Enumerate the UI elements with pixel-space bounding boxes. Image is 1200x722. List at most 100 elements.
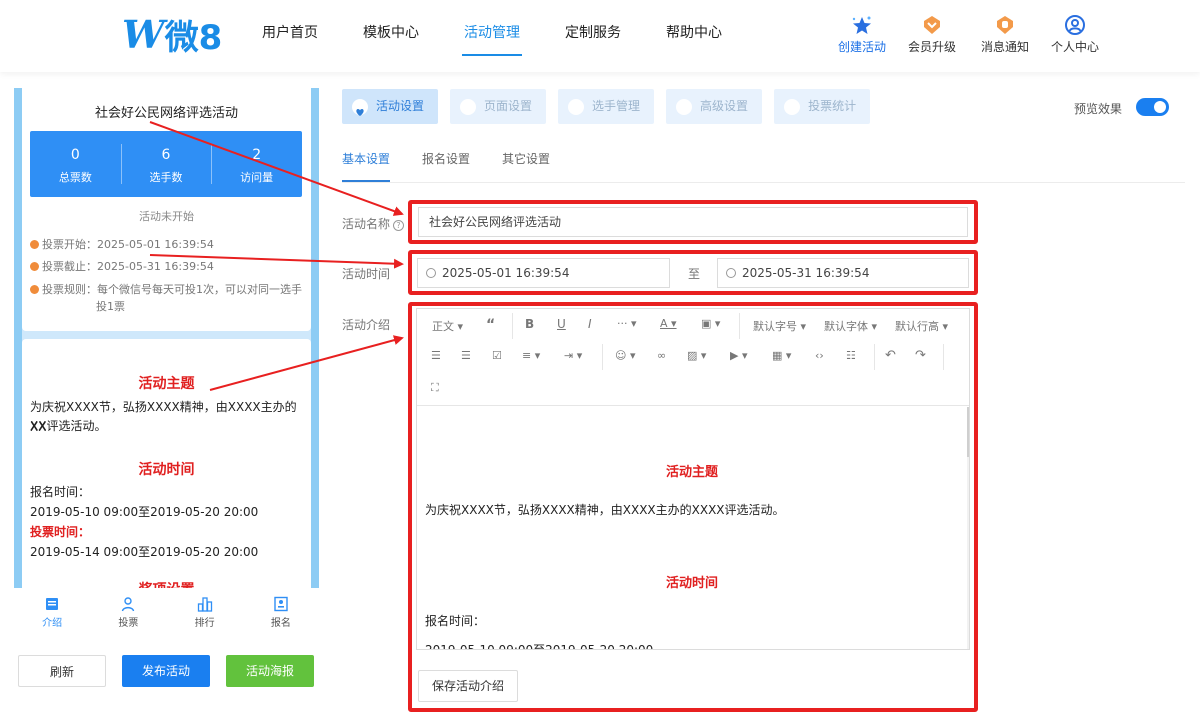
stat-label: 访问量 — [240, 171, 274, 184]
create-activity-button[interactable]: 创建活动 — [832, 14, 892, 55]
subtab-signup[interactable]: 报名设置 — [422, 150, 470, 182]
save-intro-button[interactable]: 保存活动介绍 — [418, 670, 518, 702]
quote-icon[interactable]: “ — [486, 317, 495, 333]
undo-icon[interactable]: ↶ — [885, 348, 896, 363]
start-time-value: 2025-05-01 16:39:54 — [442, 266, 570, 280]
start-time-input[interactable]: 2025-05-01 16:39:54 — [417, 258, 670, 288]
preview-stats: 0 总票数 6 选手数 2 访问量 — [30, 131, 302, 197]
paragraph-select-label: 正文 — [432, 320, 454, 333]
vote-rule-text: 投票规则：每个微信号每天可投1次，可以对同一选手 — [42, 283, 302, 296]
nav-activity-manage[interactable]: 活动管理 — [462, 0, 522, 72]
preview-bg-left — [14, 88, 22, 633]
vip-upgrade-button[interactable]: 会员升级 — [902, 14, 962, 55]
step-advanced-settings[interactable]: 高级设置 — [666, 89, 763, 124]
clock-icon — [726, 268, 736, 278]
logo-w: W — [122, 11, 165, 57]
preview-toggle-label: 预览效果 — [1074, 102, 1123, 116]
vote-start-text: 投票开始：2025-05-01 16:39:54 — [42, 238, 214, 251]
font-family-select-label: 默认字体 — [824, 320, 868, 333]
subtab-other[interactable]: 其它设置 — [502, 150, 550, 182]
intro-icon — [46, 598, 59, 610]
toolbar-separator — [874, 344, 875, 370]
vote-rule-info-2: 投1票 — [96, 300, 125, 313]
nav-custom-service[interactable]: 定制服务 — [565, 0, 621, 72]
tab-signup[interactable]: 报名 — [243, 588, 319, 633]
refresh-button[interactable]: 刷新 — [18, 655, 106, 687]
step-contestant-manage[interactable]: 选手管理 — [558, 89, 655, 124]
bell-badge-icon — [997, 16, 1013, 34]
editor-content[interactable]: 活动主题 为庆祝XXXX节，弘扬XXXX精神，由XXXX主办的XXXX评选活动。… — [417, 407, 967, 650]
bold-icon[interactable]: B — [525, 317, 534, 331]
activity-name-label-text: 活动名称 — [342, 217, 391, 231]
stats-icon — [784, 98, 801, 115]
clock-icon — [426, 268, 436, 278]
editor-theme-text: 为庆祝XXXX节，弘扬XXXX精神，由XXXX主办的XXXX评选活动。 — [425, 503, 785, 517]
font-size-select[interactable]: 默认字号 ▾ — [753, 318, 806, 334]
underline-icon[interactable]: U — [557, 317, 566, 331]
step-page-settings[interactable]: 页面设置 — [450, 89, 547, 124]
preview-signup-label: 报名时间： — [30, 485, 91, 499]
editor-signup-range: 2019-05-10 09:00至2019-05-20 20:00 — [425, 643, 654, 650]
todo-list-icon[interactable]: ☑ — [492, 349, 502, 362]
vote-rule-info: 投票规则：每个微信号每天可投1次，可以对同一选手 — [30, 281, 302, 298]
publish-activity-button[interactable]: 发布活动 — [122, 655, 210, 687]
divider-icon[interactable]: ☷ — [846, 349, 856, 362]
signup-icon — [274, 596, 288, 612]
more-format-icon[interactable]: ··· ▾ — [617, 317, 637, 330]
nav-help[interactable]: 帮助中心 — [666, 0, 722, 72]
code-icon[interactable]: ‹› — [815, 349, 824, 362]
tab-intro[interactable]: 介绍 — [14, 588, 90, 633]
preview-bg-right — [311, 88, 319, 633]
end-time-input[interactable]: 2025-05-31 16:39:54 — [717, 258, 969, 288]
notification-label: 消息通知 — [980, 40, 1029, 54]
numbered-list-icon[interactable]: ☰ — [461, 349, 471, 362]
bg-color-icon[interactable]: ▣ ▾ — [701, 317, 720, 330]
stat-value: 0 — [70, 147, 80, 163]
video-icon[interactable]: ▶ ▾ — [730, 349, 747, 362]
profile-button[interactable]: 个人中心 — [1045, 14, 1105, 55]
help-question-icon[interactable]: ? — [393, 220, 405, 231]
preview-toggle-switch[interactable] — [1136, 98, 1169, 116]
editor-toolbar: 正文 ▾ “ B U I ··· ▾ A ▾ ▣ ▾ 默认字号 ▾ 默认字体 ▾… — [417, 309, 969, 406]
step-label: 选手管理 — [592, 99, 641, 113]
stat-total-votes: 0 总票数 — [30, 131, 121, 197]
tab-rank[interactable]: 排行 — [167, 588, 243, 633]
image-icon[interactable]: ▨ ▾ — [687, 349, 706, 362]
page-icon — [460, 98, 477, 115]
font-color-icon[interactable]: A ▾ — [660, 317, 677, 330]
align-icon[interactable]: ≡ ▾ — [522, 349, 540, 362]
redo-icon[interactable]: ↷ — [915, 348, 926, 363]
brand-logo[interactable]: W 微8 — [122, 11, 222, 58]
bullet-list-icon[interactable]: ☰ — [431, 349, 441, 362]
link-icon[interactable]: ∞ — [657, 349, 666, 362]
activity-poster-button[interactable]: 活动海报 — [226, 655, 314, 687]
nav-home[interactable]: 用户首页 — [262, 0, 318, 72]
nav-templates[interactable]: 模板中心 — [363, 0, 419, 72]
subtab-basic[interactable]: 基本设置 — [342, 150, 391, 182]
table-icon[interactable]: ▦ ▾ — [772, 349, 791, 362]
preview-time-heading: 活动时间 — [138, 462, 195, 478]
activity-name-label: 活动名称? — [342, 215, 405, 232]
step-activity-settings[interactable]: 活动设置 — [342, 89, 439, 124]
emoji-icon[interactable]: ☺ ▾ — [615, 349, 636, 362]
sparkle-star-icon — [852, 16, 871, 34]
profile-label: 个人中心 — [1050, 40, 1099, 54]
notification-button[interactable]: 消息通知 — [975, 14, 1035, 55]
preview-tabbar: 介绍 投票 排行 报名 — [14, 588, 319, 633]
paragraph-select[interactable]: 正文 ▾ — [432, 318, 463, 334]
end-time-value: 2025-05-31 16:39:54 — [742, 266, 870, 280]
editor-signup-label: 报名时间： — [425, 614, 486, 628]
toolbar-separator — [512, 313, 513, 339]
line-height-select[interactable]: 默认行高 ▾ — [895, 318, 948, 334]
font-family-select[interactable]: 默认字体 ▾ — [824, 318, 877, 334]
indent-icon[interactable]: ⇥ ▾ — [564, 349, 582, 362]
settings-subtabs: 基本设置 报名设置 其它设置 — [342, 150, 582, 182]
logo-text: 微8 — [164, 17, 223, 58]
fullscreen-icon[interactable]: ⛶ — [431, 381, 439, 395]
italic-icon[interactable]: I — [588, 317, 592, 331]
tab-vote[interactable]: 投票 — [90, 588, 166, 633]
step-vote-statistics[interactable]: 投票统计 — [774, 89, 871, 124]
stat-value: 2 — [252, 147, 262, 163]
activity-name-input[interactable]: 社会好公民网络评选活动 — [418, 207, 968, 237]
editor-scrollbar-thumb[interactable] — [967, 407, 969, 457]
